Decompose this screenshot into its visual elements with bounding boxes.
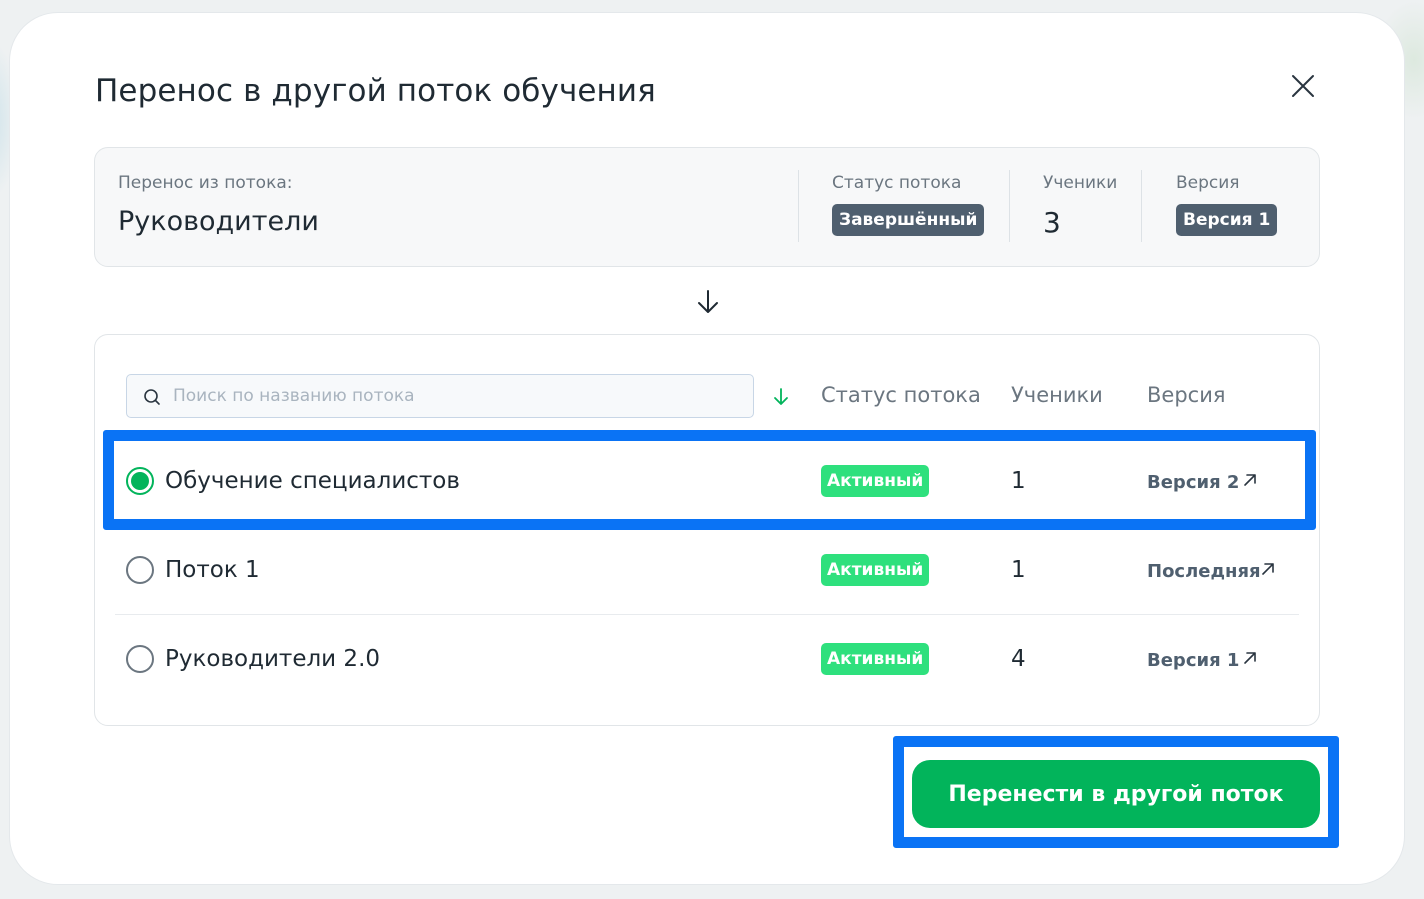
students-count: 1	[1011, 468, 1026, 494]
search-field[interactable]	[126, 374, 754, 418]
stream-row-2[interactable]: Поток 1 Активный 1 Последняя	[115, 526, 1299, 614]
status-badge: Активный	[821, 465, 930, 497]
stream-name: Руководители 2.0	[165, 646, 381, 672]
version-link[interactable]: Последняя	[1147, 561, 1261, 582]
status-badge: Активный	[821, 554, 930, 586]
students-count: 1	[1011, 557, 1026, 583]
version-link[interactable]: Версия 1	[1147, 650, 1239, 671]
radio-unselected[interactable]	[126, 645, 154, 673]
source-label: Перенос из потока:	[118, 173, 293, 193]
stream-name: Обучение специалистов	[165, 468, 460, 494]
header-status: Статус потока	[821, 383, 981, 407]
stream-row-1[interactable]: Обучение специалистов Активный 1 Версия …	[115, 437, 1299, 525]
header-version: Версия	[1147, 383, 1226, 407]
source-version-badge: Версия 1	[1176, 204, 1278, 236]
external-link-icon[interactable]	[1261, 562, 1275, 576]
source-status-badge: Завершённый	[832, 204, 985, 236]
header-students: Ученики	[1011, 383, 1103, 407]
divider	[798, 170, 799, 242]
external-link-icon[interactable]	[1243, 473, 1257, 487]
sort-arrow-down-icon[interactable]	[772, 387, 790, 407]
source-name: Руководители	[118, 206, 319, 237]
radio-selected[interactable]	[126, 467, 154, 495]
source-version-label: Версия	[1176, 173, 1240, 193]
stream-row-3[interactable]: Руководители 2.0 Активный 4 Версия 1	[115, 615, 1299, 703]
transfer-submit-button[interactable]: Перенести в другой поток	[912, 760, 1320, 828]
radio-unselected[interactable]	[126, 556, 154, 584]
target-stream-list: Статус потока Ученики Версия Обучение сп…	[94, 334, 1320, 726]
divider	[1009, 170, 1010, 242]
arrow-down-icon	[698, 290, 718, 313]
close-button[interactable]	[1288, 71, 1318, 101]
divider	[1141, 170, 1142, 242]
version-link[interactable]: Версия 2	[1147, 472, 1239, 493]
close-icon	[1292, 75, 1314, 97]
source-status-label: Статус потока	[832, 173, 962, 193]
stream-name: Поток 1	[165, 557, 260, 583]
external-link-icon[interactable]	[1243, 651, 1257, 665]
source-stream-card: Перенос из потока: Руководители Статус п…	[94, 147, 1320, 267]
modal-title: Перенос в другой поток обучения	[95, 73, 656, 109]
search-icon	[144, 389, 160, 405]
search-input[interactable]	[173, 375, 743, 417]
students-count: 4	[1011, 646, 1026, 672]
source-students-count: 3	[1043, 206, 1061, 239]
status-badge: Активный	[821, 643, 930, 675]
transfer-modal: Перенос в другой поток обучения Перенос …	[10, 13, 1404, 884]
source-students-label: Ученики	[1043, 173, 1118, 193]
